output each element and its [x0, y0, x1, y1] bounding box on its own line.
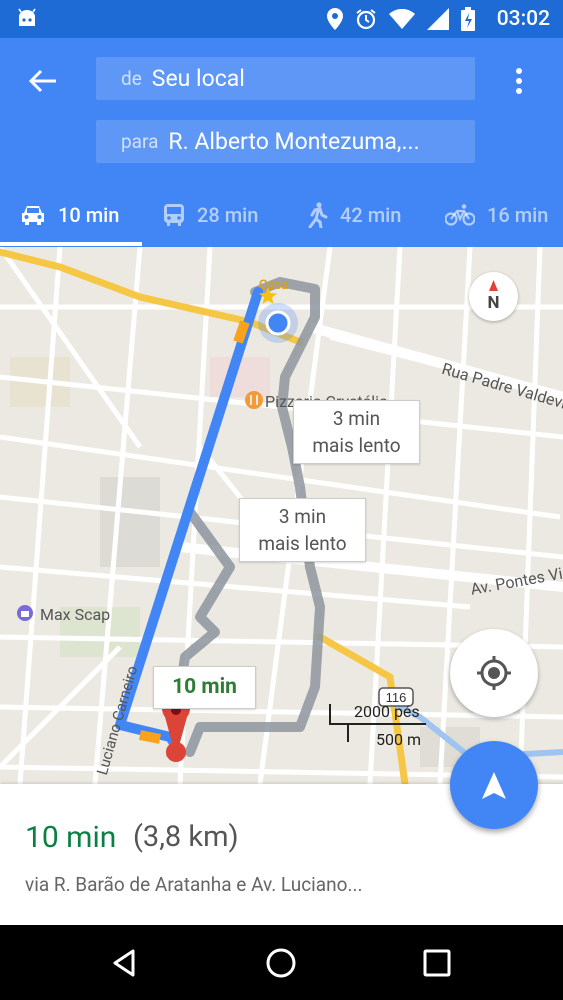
- compass-north-label: N: [487, 293, 500, 313]
- scale-feet: 2000 pés: [354, 702, 420, 721]
- origin-field[interactable]: de Seu local: [96, 57, 475, 100]
- alarm-icon: [356, 9, 376, 30]
- home-label: Casa: [259, 278, 289, 293]
- tab-walking[interactable]: 42 min: [306, 184, 401, 246]
- alt-route-2-time: 3 min: [278, 505, 327, 528]
- main-route-callout[interactable]: 10 min: [153, 666, 256, 709]
- scale-meters: 500 m: [376, 730, 421, 749]
- alt-route-2-desc: mais lento: [258, 532, 347, 555]
- system-nav-bar: [0, 925, 563, 1000]
- crosshair-icon: [477, 656, 511, 690]
- shopping-icon[interactable]: [17, 605, 33, 621]
- my-location-button[interactable]: [450, 629, 538, 717]
- alt-route-1-time: 3 min: [332, 407, 381, 430]
- destination-field[interactable]: para R. Alberto Montezuma,...: [96, 120, 475, 163]
- status-bar: 03:02: [0, 0, 563, 38]
- recents-icon[interactable]: [420, 946, 454, 980]
- tab-transit[interactable]: 28 min: [163, 184, 258, 246]
- directions-header: de Seu local para R. Alberto Montezuma,.…: [0, 38, 563, 247]
- alt-route-callout-2[interactable]: 3 min mais lento: [239, 498, 366, 562]
- start-navigation-button[interactable]: [450, 741, 538, 829]
- route-via: via R. Barão de Aratanha e Av. Luciano..…: [25, 873, 363, 896]
- destination-value: R. Alberto Montezuma,...: [168, 128, 420, 155]
- walk-icon: [308, 202, 328, 228]
- map-scale: 2000 pés 500 m: [328, 702, 428, 749]
- bike-icon: [445, 204, 475, 226]
- driving-time: 10 min: [58, 203, 120, 227]
- overflow-menu-icon[interactable]: [508, 64, 530, 98]
- clock: 03:02: [496, 7, 550, 31]
- car-icon: [22, 206, 44, 225]
- signal-icon: [427, 8, 449, 30]
- transit-time: 28 min: [197, 203, 259, 227]
- transit-icon: [164, 204, 184, 226]
- origin-value: Seu local: [151, 65, 245, 92]
- back-arrow-icon[interactable]: [26, 64, 60, 98]
- alt-route-callout-1[interactable]: 3 min mais lento: [293, 400, 420, 464]
- walking-time: 42 min: [340, 203, 402, 227]
- restaurant-icon[interactable]: [245, 391, 263, 409]
- cycling-time: 16 min: [487, 203, 549, 227]
- destination-prefix: para: [121, 130, 159, 153]
- route-duration: 10 min: [25, 820, 117, 855]
- wifi-icon: [389, 9, 415, 29]
- poi-maxscap-label[interactable]: Max Scap: [40, 605, 110, 624]
- travel-mode-tabs: 10 min 28 min 42 min 16 min: [0, 184, 563, 246]
- current-location-icon[interactable]: [265, 310, 291, 336]
- back-icon[interactable]: [108, 946, 142, 980]
- map-view[interactable]: 116 Casa Pizzaria Crystália Rua Padre Va…: [0, 247, 563, 784]
- tab-driving[interactable]: 10 min: [0, 184, 142, 246]
- origin-prefix: de: [121, 67, 142, 90]
- android-icon: [18, 8, 36, 26]
- navigation-arrow-icon: [482, 772, 506, 799]
- alt-route-1-desc: mais lento: [312, 434, 401, 457]
- home-icon[interactable]: [264, 946, 298, 980]
- compass-button[interactable]: N: [469, 272, 518, 321]
- tab-cycling[interactable]: 16 min: [445, 184, 548, 246]
- route-distance: (3,8 km): [133, 820, 239, 854]
- location-icon: [327, 8, 343, 30]
- battery-charging-icon: [461, 7, 475, 31]
